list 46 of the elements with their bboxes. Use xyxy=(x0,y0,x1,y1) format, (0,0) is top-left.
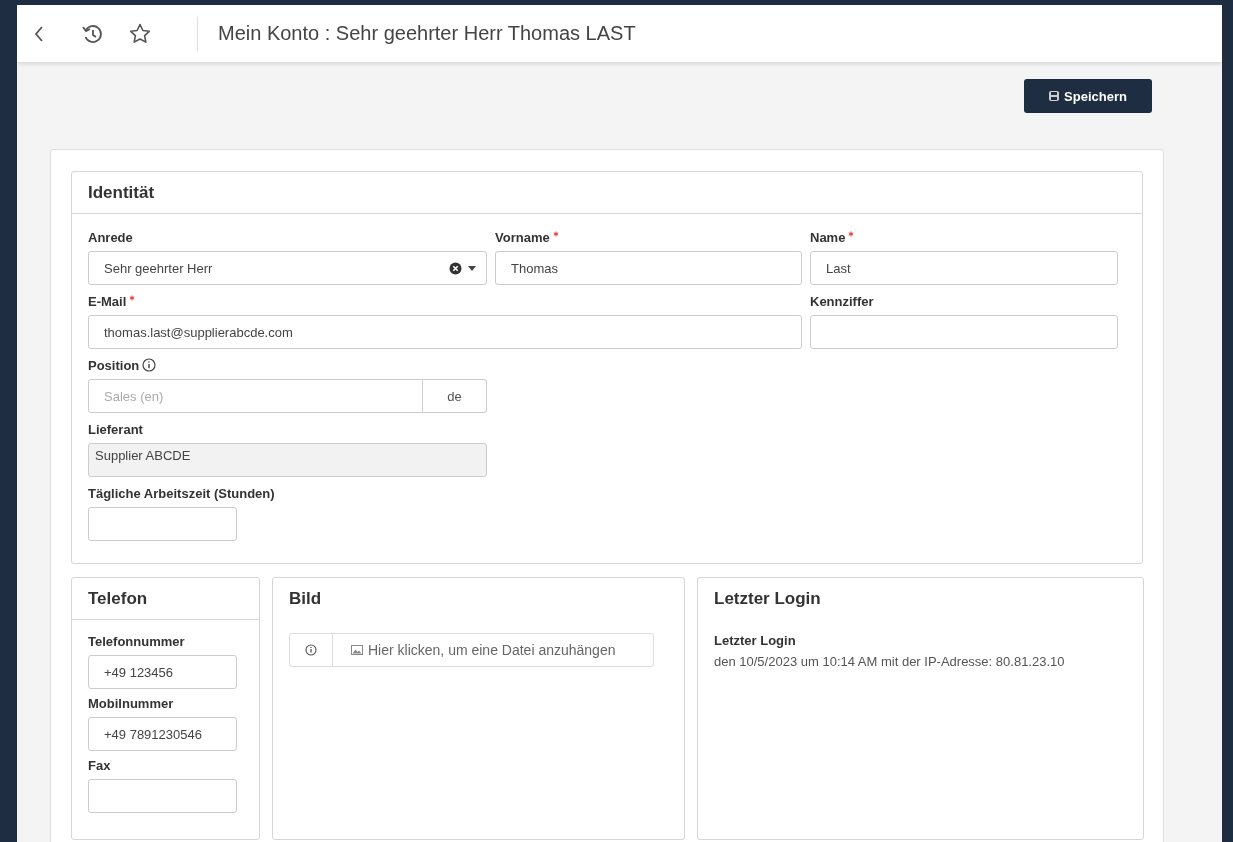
field-label: Tägliche Arbeitszeit (Stunden) xyxy=(88,486,275,501)
image-icon xyxy=(351,645,363,655)
phone-field[interactable]: +49 7891230546 xyxy=(88,717,237,751)
field-label: Position xyxy=(88,358,140,373)
text-field[interactable]: Last xyxy=(810,251,1118,285)
star-icon xyxy=(129,23,151,44)
caret-icon xyxy=(468,265,476,271)
section-title: Telefon xyxy=(88,588,148,609)
field-label: E-Mail xyxy=(88,294,127,309)
last-login-text: den 10/5/2023 um 10:14 AM mit der IP-Adresse: 80.81.23.10 xyxy=(714,654,1066,669)
field-label: Kennziffer xyxy=(810,294,874,309)
text-field[interactable]: Thomas xyxy=(495,251,802,285)
field-label: Vorname xyxy=(495,230,550,245)
info-icon xyxy=(305,644,317,656)
field-label: Name xyxy=(810,230,846,245)
required-marker-icon xyxy=(848,231,855,237)
text-field[interactable]: Sales (en) xyxy=(88,379,423,413)
save-button[interactable]: Speichern xyxy=(1024,79,1152,113)
section-title: Bild xyxy=(289,588,322,609)
field-label: Lieferant xyxy=(88,422,143,437)
history-button[interactable] xyxy=(81,23,103,44)
back-button[interactable] xyxy=(33,24,45,43)
field-label: Letzter Login xyxy=(714,633,797,648)
section-title: Letzter Login xyxy=(714,588,821,609)
salutation-dropdown[interactable]: Sehr geehrter Herr xyxy=(88,251,487,285)
clear-icon[interactable] xyxy=(449,261,462,275)
field-label: Telefonnummer xyxy=(88,634,185,649)
phone-field[interactable]: +49 123456 xyxy=(88,655,237,689)
field-label: Fax xyxy=(88,758,111,773)
required-marker-icon xyxy=(129,295,136,301)
favorite-button[interactable] xyxy=(129,23,151,44)
section-title: Identität xyxy=(88,182,155,203)
text-field[interactable] xyxy=(810,315,1118,349)
field-label: Anrede xyxy=(88,230,133,245)
info-icon xyxy=(142,358,157,372)
phone-field[interactable] xyxy=(88,779,237,813)
chevron-left-icon xyxy=(33,24,45,43)
language-addon[interactable]: de xyxy=(423,379,487,413)
text-field[interactable]: thomas.last@supplierabcde.com xyxy=(88,315,802,349)
attach-file-button[interactable]: Hier klicken, um eine Datei anzuhängen xyxy=(289,633,654,667)
field-label: Mobilnummer xyxy=(88,696,174,711)
number-field[interactable] xyxy=(88,507,237,541)
readonly-field: Supplier ABCDE xyxy=(88,443,487,477)
history-icon xyxy=(81,23,103,44)
page-title: Mein Konto : Sehr geehrter Herr Thomas LAST xyxy=(218,22,636,45)
required-marker-icon xyxy=(552,231,559,237)
